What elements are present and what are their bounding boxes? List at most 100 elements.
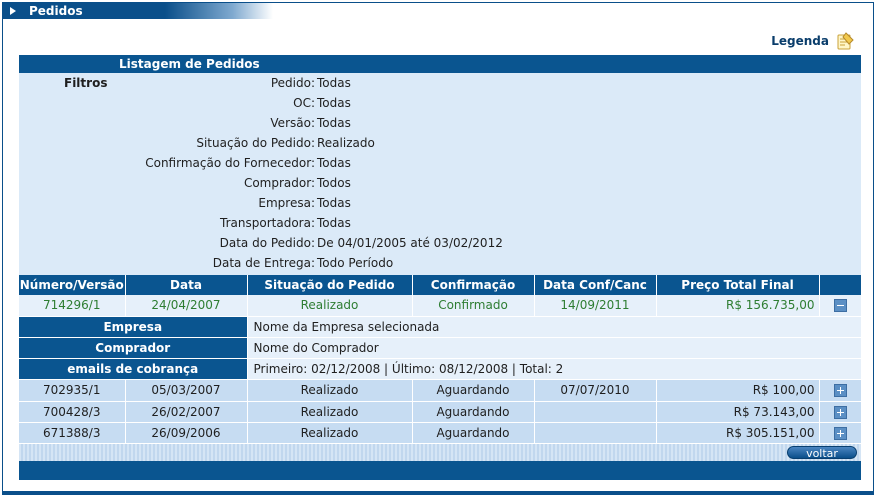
filter-row: Empresa: Todas xyxy=(19,193,861,213)
cell-confirmacao: Aguardando xyxy=(412,380,535,402)
filter-key: Versão: xyxy=(270,116,315,130)
filter-key: Transportadora: xyxy=(220,216,315,230)
listing-header: Listagem de Pedidos xyxy=(19,55,861,73)
filter-value: Todas xyxy=(317,96,351,110)
filter-key: Data do Pedido: xyxy=(219,236,315,250)
cell-confirmacao: Aguardando xyxy=(412,401,535,423)
filter-value: Todas xyxy=(317,216,351,230)
filter-row: Transportadora: Todas xyxy=(19,213,861,233)
filter-row: Situação do Pedido: Realizado xyxy=(19,133,861,153)
detail-key: Comprador xyxy=(19,337,248,359)
cell-situacao: Realizado xyxy=(247,380,413,402)
cell-preco: R$ 100,00 xyxy=(656,380,820,402)
cell-preco: R$ 156.735,00 xyxy=(656,295,820,317)
filter-row: Data de Entrega: Todo Período xyxy=(19,253,861,273)
expand-icon[interactable] xyxy=(833,384,847,398)
filter-key: Pedido: xyxy=(270,76,315,90)
window-title: Pedidos xyxy=(29,4,83,18)
cell-data: 24/04/2007 xyxy=(125,295,248,317)
cell-data: 26/09/2006 xyxy=(125,422,248,444)
column-header-preco[interactable]: Preço Total Final xyxy=(656,275,820,295)
bullet-icon xyxy=(10,7,16,15)
expand-icon[interactable] xyxy=(833,405,847,419)
filter-value: Todos xyxy=(317,176,351,190)
table-row[interactable]: 671388/3 26/09/2006 Realizado Aguardando… xyxy=(19,422,862,444)
orders-table: Número/Versão Data Situação do Pedido Co… xyxy=(19,275,862,317)
table-row-selected[interactable]: 714296/1 24/04/2007 Realizado Confirmado… xyxy=(19,295,862,317)
listing-block: Listagem de Pedidos Filtros Pedido: Todas… xyxy=(19,55,862,480)
cell-numero[interactable]: 714296/1 xyxy=(19,295,126,317)
legend-link[interactable]: Legenda xyxy=(771,31,855,51)
detail-key: emails de cobrança xyxy=(19,358,248,380)
detail-key: Empresa xyxy=(19,316,248,338)
table-header-row: Número/Versão Data Situação do Pedido Co… xyxy=(19,275,862,295)
cell-confirmacao: Confirmado xyxy=(412,295,535,317)
order-detail: Empresa Nome da Empresa selecionada Comp… xyxy=(19,316,861,380)
cell-numero[interactable]: 700428/3 xyxy=(19,401,126,423)
filter-value: Todas xyxy=(317,196,351,210)
detail-row: Comprador Nome do Comprador xyxy=(19,337,861,359)
column-header-confirmacao[interactable]: Confirmação xyxy=(412,275,535,295)
cell-preco: R$ 73.143,00 xyxy=(656,401,820,423)
collapse-cell[interactable] xyxy=(819,295,862,317)
column-header-data-conf[interactable]: Data Conf/Canc xyxy=(534,275,657,295)
cell-data: 26/02/2007 xyxy=(125,401,248,423)
cell-situacao: Realizado xyxy=(247,401,413,423)
expand-icon[interactable] xyxy=(833,426,847,440)
column-header-data[interactable]: Data xyxy=(125,275,248,295)
bottom-bar xyxy=(19,460,861,480)
column-header-numero[interactable]: Número/Versão xyxy=(19,275,126,295)
filter-key: Data de Entrega: xyxy=(212,256,315,270)
detail-row: Empresa Nome da Empresa selecionada xyxy=(19,316,861,338)
filter-value: Todas xyxy=(317,76,351,90)
pedidos-window: Pedidos Legenda Listagem de Pedidos Filt… xyxy=(2,2,874,495)
filter-key: Confirmação do Fornecedor: xyxy=(145,156,315,170)
legend-icon[interactable] xyxy=(835,31,855,51)
voltar-button[interactable]: voltar xyxy=(787,445,857,460)
cell-data-conf: 14/09/2011 xyxy=(534,295,657,317)
filter-row: OC: Todas xyxy=(19,93,861,113)
legend-label[interactable]: Legenda xyxy=(771,34,829,48)
table-footer: voltar xyxy=(19,443,861,461)
detail-row: emails de cobrança Primeiro: 02/12/2008 … xyxy=(19,358,861,380)
collapse-icon[interactable] xyxy=(833,299,847,313)
filter-value: Todo Período xyxy=(317,256,394,270)
filter-value: De 04/01/2005 até 03/02/2012 xyxy=(317,236,503,250)
detail-value: Primeiro: 02/12/2008 | Último: 08/12/200… xyxy=(247,358,861,380)
cell-situacao: Realizado xyxy=(247,295,413,317)
filters-panel: Filtros Pedido: Todas OC: Todas Versão: Tod… xyxy=(19,73,861,275)
table-row[interactable]: 702935/1 05/03/2007 Realizado Aguardando… xyxy=(19,380,862,402)
filter-value: Todas xyxy=(317,116,351,130)
filter-row: Versão: Todas xyxy=(19,113,861,133)
filter-key: OC: xyxy=(293,96,315,110)
cell-confirmacao: Aguardando xyxy=(412,422,535,444)
detail-value: Nome da Empresa selecionada xyxy=(247,316,861,338)
cell-preco: R$ 305.151,00 xyxy=(656,422,820,444)
filter-key: Comprador: xyxy=(243,176,315,190)
filter-value: Todas xyxy=(317,156,351,170)
filter-row: Pedido: Todas xyxy=(19,73,861,93)
detail-value: Nome do Comprador xyxy=(247,337,861,359)
cell-data-conf: 07/07/2010 xyxy=(534,380,657,402)
filter-key: Situação do Pedido: xyxy=(196,136,315,150)
table-row[interactable]: 700428/3 26/02/2007 Realizado Aguardando… xyxy=(19,401,862,423)
column-header-toggle xyxy=(819,275,862,295)
column-header-situacao[interactable]: Situação do Pedido xyxy=(247,275,413,295)
cell-situacao: Realizado xyxy=(247,422,413,444)
filter-row: Comprador: Todos xyxy=(19,173,861,193)
cell-data-conf xyxy=(534,401,657,423)
cell-numero[interactable]: 671388/3 xyxy=(19,422,126,444)
filter-row: Data do Pedido: De 04/01/2005 até 03/02/2… xyxy=(19,233,861,253)
filter-key: Empresa: xyxy=(258,196,315,210)
expand-cell[interactable] xyxy=(819,401,862,423)
cell-numero[interactable]: 702935/1 xyxy=(19,380,126,402)
filter-row: Confirmação do Fornecedor: Todas xyxy=(19,153,861,173)
cell-data: 05/03/2007 xyxy=(125,380,248,402)
orders-table-rows: 702935/1 05/03/2007 Realizado Aguardando… xyxy=(19,380,862,444)
cell-data-conf xyxy=(534,422,657,444)
window-bottom-border xyxy=(3,491,873,494)
expand-cell[interactable] xyxy=(819,380,862,402)
window-titlebar: Pedidos xyxy=(3,3,273,19)
expand-cell[interactable] xyxy=(819,422,862,444)
filter-value: Realizado xyxy=(317,136,375,150)
